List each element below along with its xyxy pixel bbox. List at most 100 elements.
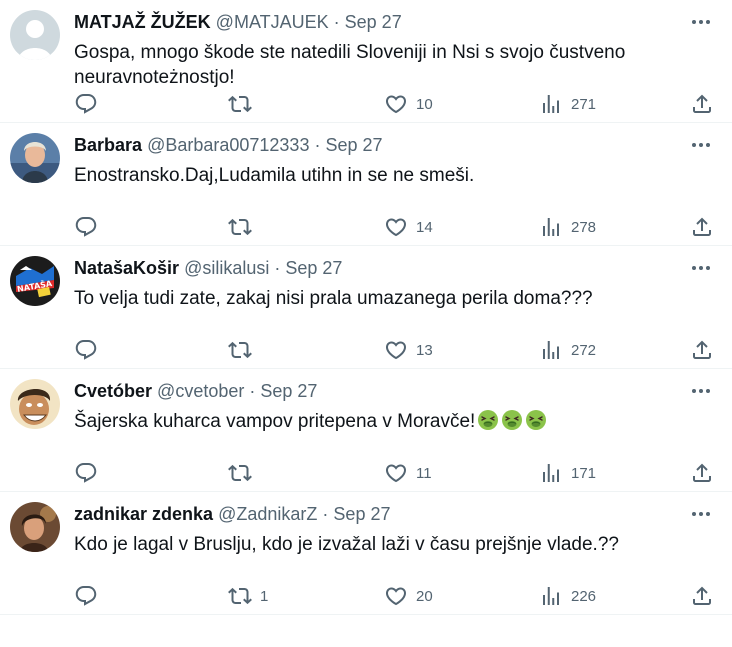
like-count: 20 (416, 587, 433, 605)
view-count: 226 (571, 587, 597, 605)
tweet-text-content: Gospa, mnogo škode ste natedili Slovenij… (74, 42, 626, 88)
more-options-icon[interactable] (684, 254, 718, 282)
like-count: 11 (416, 464, 432, 482)
like-count: 10 (416, 95, 433, 113)
avatar[interactable] (10, 379, 60, 429)
timestamp[interactable]: Sep 27 (345, 12, 402, 32)
reply-button[interactable] (74, 213, 106, 241)
timestamp[interactable]: Sep 27 (260, 381, 317, 401)
views-button[interactable]: 278 (539, 213, 596, 241)
more-options-icon[interactable] (684, 377, 718, 405)
share-icon (693, 586, 711, 605)
retweet-button[interactable]: 1 (228, 582, 268, 610)
tweet[interactable]: Cvetóber @cvetober · Sep 27 Šajerska kuh… (0, 369, 732, 492)
avatar[interactable] (10, 133, 60, 183)
views-icon (543, 464, 559, 482)
avatar[interactable] (10, 10, 60, 60)
tweet-header: Barbara @Barbara00712333 · Sep 27 (74, 133, 682, 157)
like-count: 13 (416, 341, 433, 359)
heart-icon (385, 341, 407, 360)
tweet[interactable]: Barbara @Barbara00712333 · Sep 27 Enostr… (0, 123, 732, 246)
action-bar: 10 271 (74, 90, 714, 118)
user-handle[interactable]: @ZadnikarZ (218, 504, 317, 524)
timestamp[interactable]: Sep 27 (326, 135, 383, 155)
views-button[interactable]: 271 (539, 90, 596, 118)
user-handle[interactable]: @MATJAUEK (216, 12, 329, 32)
reply-icon (75, 586, 97, 606)
heart-icon (385, 218, 407, 237)
nauseated-face-emoji (526, 410, 547, 430)
reply-button[interactable] (74, 336, 106, 364)
view-count: 278 (571, 218, 597, 236)
reply-button[interactable] (74, 90, 106, 118)
tweet-header: zadnikar zdenka @ZadnikarZ · Sep 27 (74, 502, 682, 526)
reply-button[interactable] (74, 459, 106, 487)
user-handle[interactable]: @silikalusi (184, 258, 269, 278)
retweet-button[interactable] (228, 213, 260, 241)
action-bar: 11 171 (74, 459, 714, 487)
nauseated-face-emoji (478, 410, 499, 430)
retweet-icon (228, 95, 252, 113)
timestamp[interactable]: Sep 27 (333, 504, 390, 524)
tweet-text: Šajerska kuharca vampov pritepena v Mora… (74, 409, 692, 434)
avatar[interactable]: NATAŠA (10, 256, 60, 306)
display-name[interactable]: zadnikar zdenka (74, 504, 213, 524)
tweet-text: To velja tudi zate, zakaj nisi prala uma… (74, 286, 692, 311)
reply-button[interactable] (74, 582, 106, 610)
separator-dot: · (274, 258, 281, 278)
tweet-text-content: Kdo je lagal v Bruslju, kdo je izvažal l… (74, 534, 619, 555)
action-bar: 1 20 226 (74, 582, 714, 610)
more-options-icon[interactable] (684, 500, 718, 528)
share-button[interactable] (690, 90, 714, 118)
more-options-icon[interactable] (684, 8, 718, 36)
tweet-text-content: To velja tudi zate, zakaj nisi prala uma… (74, 288, 593, 309)
like-button[interactable]: 13 (384, 336, 433, 364)
display-name[interactable]: NatašaKošir (74, 258, 179, 278)
share-icon (693, 340, 711, 359)
emoji-group (475, 410, 547, 432)
views-icon (543, 95, 559, 113)
views-button[interactable]: 226 (539, 582, 596, 610)
share-button[interactable] (690, 582, 714, 610)
retweet-button[interactable] (228, 459, 260, 487)
separator-dot: · (249, 381, 256, 401)
display-name[interactable]: Barbara (74, 135, 142, 155)
share-button[interactable] (690, 213, 714, 241)
user-handle[interactable]: @cvetober (157, 381, 244, 401)
user-handle[interactable]: @Barbara00712333 (147, 135, 309, 155)
reply-icon (75, 340, 97, 360)
nauseated-face-emoji (502, 410, 523, 430)
tweet[interactable]: MATJAŽ ŽUŽEK @MATJAUEK · Sep 27 Gospa, m… (0, 0, 732, 123)
share-button[interactable] (690, 336, 714, 364)
retweet-button[interactable] (228, 90, 260, 118)
views-button[interactable]: 272 (539, 336, 596, 364)
like-button[interactable]: 20 (384, 582, 433, 610)
reply-icon (75, 217, 97, 237)
view-count: 272 (571, 341, 597, 359)
retweet-button[interactable] (228, 336, 260, 364)
view-count: 271 (571, 95, 597, 113)
heart-icon (385, 95, 407, 114)
separator-dot: · (322, 504, 329, 524)
display-name[interactable]: Cvetóber (74, 381, 152, 401)
more-options-icon[interactable] (684, 131, 718, 159)
tweet-text: Kdo je lagal v Bruslju, kdo je izvažal l… (74, 532, 692, 557)
like-button[interactable]: 10 (384, 90, 433, 118)
tweet[interactable]: NATAŠA NatašaKošir @silikalusi · Sep 27 … (0, 246, 732, 369)
retweet-icon (228, 341, 252, 359)
retweet-icon (228, 587, 252, 605)
reply-timeline: MATJAŽ ŽUŽEK @MATJAUEK · Sep 27 Gospa, m… (0, 0, 732, 615)
views-icon (543, 341, 559, 359)
heart-icon (385, 587, 407, 606)
timestamp[interactable]: Sep 27 (285, 258, 342, 278)
like-button[interactable]: 14 (384, 213, 433, 241)
heart-icon (385, 464, 407, 483)
share-button[interactable] (690, 459, 714, 487)
like-button[interactable]: 11 (384, 459, 432, 487)
tweet[interactable]: zadnikar zdenka @ZadnikarZ · Sep 27 Kdo … (0, 492, 732, 615)
like-count: 14 (416, 218, 433, 236)
separator-dot: · (333, 12, 340, 32)
views-button[interactable]: 171 (539, 459, 596, 487)
avatar[interactable] (10, 502, 60, 552)
display-name[interactable]: MATJAŽ ŽUŽEK (74, 12, 211, 32)
